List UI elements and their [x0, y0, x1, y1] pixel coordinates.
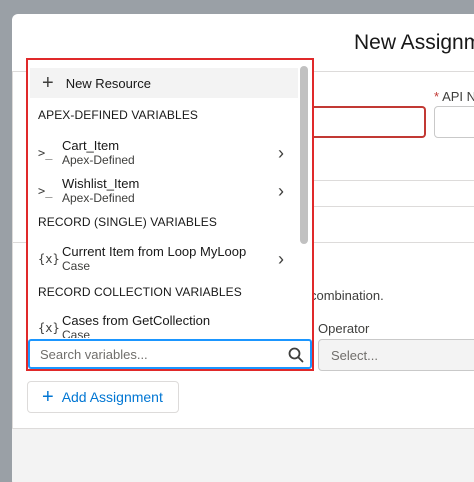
chevron-right-icon[interactable]: › [278, 181, 284, 202]
item-type: Case [62, 259, 91, 273]
list-item-cases-from-getcollection[interactable]: {x} Cases from GetCollection Case [30, 311, 290, 338]
apex-icon: >_ [38, 146, 53, 160]
resource-list[interactable]: + New Resource APEX-DEFINED VARIABLES >_… [28, 60, 300, 338]
label-input[interactable] [302, 106, 426, 138]
operator-select[interactable]: Select... [318, 339, 474, 371]
plus-icon: + [42, 72, 54, 94]
api-name-label: * API N [434, 89, 474, 104]
variable-icon: {x} [38, 252, 60, 266]
group-header-apex-defined: APEX-DEFINED VARIABLES [38, 108, 199, 122]
required-asterisk: * [434, 89, 440, 104]
item-type: Apex-Defined [62, 191, 135, 205]
item-type: Case [62, 328, 91, 338]
divider [302, 206, 474, 207]
item-name: Wishlist_Item [62, 176, 140, 191]
combination-help-text: combination. [310, 288, 384, 303]
scrollbar-thumb[interactable] [300, 66, 308, 244]
resource-picker-dropdown: + New Resource APEX-DEFINED VARIABLES >_… [26, 58, 314, 371]
modal-title: New Assignm [354, 31, 474, 54]
list-item-current-item-loop[interactable]: {x} Current Item from Loop MyLoop Case › [30, 242, 290, 276]
search-placeholder: Search variables... [40, 347, 148, 362]
chevron-right-icon[interactable]: › [278, 143, 284, 164]
section-divider-vertical [12, 72, 13, 432]
search-icon [288, 347, 304, 363]
new-resource-label: New Resource [65, 75, 151, 91]
item-name: Cart_Item [62, 138, 120, 153]
plus-icon: + [42, 386, 54, 408]
chevron-right-icon[interactable]: › [278, 249, 284, 270]
list-item-cart-item[interactable]: >_ Cart_Item Apex-Defined › [30, 136, 290, 170]
item-type: Apex-Defined [62, 153, 135, 167]
modal-footer [12, 428, 474, 482]
item-name: Cases from GetCollection [62, 313, 211, 328]
api-name-label-text: API N [442, 89, 474, 104]
operator-select-value: Select... [331, 348, 378, 363]
group-header-record-single: RECORD (SINGLE) VARIABLES [38, 215, 217, 229]
search-variables-input[interactable]: Search variables... [28, 339, 312, 369]
apex-icon: >_ [38, 184, 53, 198]
list-item-wishlist-item[interactable]: >_ Wishlist_Item Apex-Defined › [30, 174, 290, 208]
add-assignment-label: Add Assignment [61, 389, 163, 405]
add-assignment-button[interactable]: + Add Assignment [27, 381, 179, 413]
variable-icon: {x} [38, 321, 60, 335]
group-header-record-collection: RECORD COLLECTION VARIABLES [38, 285, 242, 299]
new-resource-option[interactable]: + New Resource [30, 68, 298, 98]
api-name-input[interactable] [434, 106, 474, 138]
divider [302, 180, 474, 181]
item-name: Current Item from Loop MyLoop [62, 244, 247, 259]
operator-label: Operator [318, 321, 370, 336]
